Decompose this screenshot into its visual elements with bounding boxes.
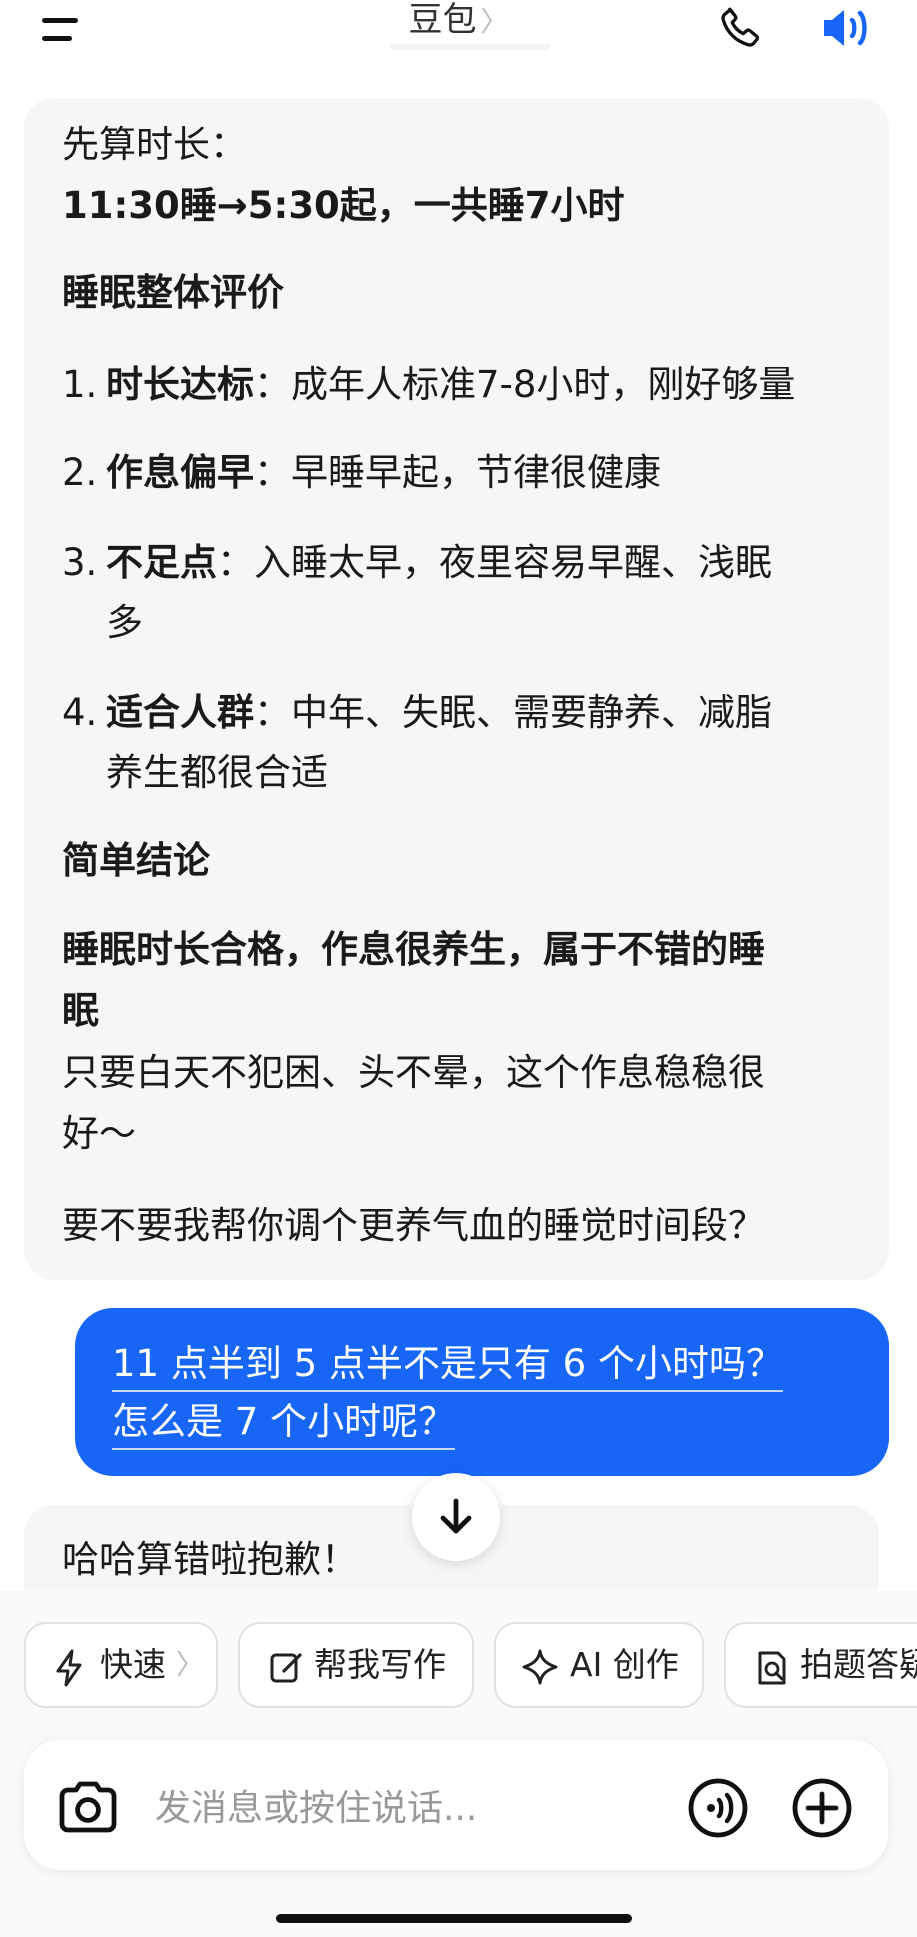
- chip-ai-create[interactable]: AI 创作: [494, 1622, 704, 1708]
- bot-name: 豆包: [408, 0, 477, 40]
- user-message-text: 11 点半到 5 点半不是只有 6 个小时吗？: [112, 1342, 783, 1392]
- message-text: 哈哈算错啦抱歉！: [62, 1538, 358, 1581]
- list-item-continuation: 养生都很合适: [106, 751, 328, 794]
- message-text-bold: 11:30睡→5:30起，一共睡7小时: [62, 184, 625, 227]
- list-item-title: 时长达标: [106, 363, 254, 406]
- section-heading: 睡眠整体评价: [62, 271, 284, 314]
- chat-title[interactable]: 豆包〉: [0, 0, 917, 41]
- message-text: 先算时长：: [62, 123, 247, 166]
- list-item-text: ：中年、失眠、需要静养、减脂: [254, 691, 772, 734]
- speaker-icon[interactable]: [818, 2, 876, 54]
- title-subtitle-placeholder: [390, 44, 550, 50]
- camera-icon[interactable]: [56, 1778, 120, 1836]
- list-item: 4. 适合人群：中年、失眠、需要静养、减脂: [62, 683, 772, 743]
- voice-call-icon[interactable]: [686, 1776, 750, 1840]
- phone-call-icon[interactable]: [716, 2, 766, 52]
- conclusion-text: 只要白天不犯困、头不晕，这个作息稳稳很: [62, 1051, 765, 1094]
- conclusion-text: 好～: [62, 1112, 136, 1155]
- chip-quick[interactable]: 快速 〉: [24, 1622, 218, 1708]
- top-bar: 豆包〉: [0, 0, 917, 80]
- chevron-right-icon: 〉: [480, 5, 509, 38]
- chevron-right-icon: 〉: [176, 1648, 205, 1681]
- chip-label: 帮我写作: [314, 1645, 446, 1684]
- user-message[interactable]: [75, 1308, 889, 1476]
- list-number: 4.: [62, 691, 98, 734]
- lightning-icon: [56, 1649, 82, 1687]
- home-indicator: [276, 1914, 632, 1923]
- conclusion-text-bold: 眠: [62, 989, 99, 1032]
- arrow-down-icon: [440, 1498, 472, 1534]
- scroll-to-bottom-button[interactable]: [412, 1473, 500, 1561]
- edit-icon: [270, 1653, 302, 1683]
- chip-write[interactable]: 帮我写作: [238, 1622, 474, 1708]
- user-message-text: 怎么是 7 个小时呢？: [112, 1400, 456, 1450]
- list-number: 1.: [62, 363, 98, 406]
- chip-label: AI 创作: [570, 1645, 679, 1684]
- list-item: 3. 不足点：入睡太早，夜里容易早醒、浅眠: [62, 533, 772, 593]
- list-item-continuation: 多: [106, 601, 143, 644]
- list-item-text: ：成年人标准7-8小时，刚好够量: [254, 363, 796, 406]
- list-item: 1. 时长达标：成年人标准7-8小时，刚好够量: [62, 355, 795, 415]
- chip-photo-question[interactable]: 拍题答疑: [724, 1622, 917, 1708]
- list-number: 3.: [62, 541, 98, 584]
- list-item-title: 适合人群: [106, 691, 254, 734]
- follow-up-question: 要不要我帮你调个更养气血的睡觉时间段？: [62, 1204, 765, 1247]
- sparkle-icon: [522, 1649, 558, 1685]
- list-number: 2.: [62, 451, 98, 494]
- list-item-title: 作息偏早: [106, 451, 254, 494]
- chip-label: 快速: [100, 1645, 166, 1684]
- conclusion-text-bold: 睡眠时长合格，作息很养生，属于不错的睡: [62, 928, 765, 971]
- message-input[interactable]: [155, 1785, 655, 1831]
- list-item-text: ：早睡早起，节律很健康: [254, 451, 661, 494]
- list-item-title: 不足点: [106, 541, 217, 584]
- scan-doc-icon: [758, 1651, 786, 1685]
- section-heading: 简单结论: [62, 839, 210, 882]
- plus-icon[interactable]: [790, 1776, 854, 1840]
- list-item: 2. 作息偏早：早睡早起，节律很健康: [62, 443, 661, 503]
- chip-label: 拍题答疑: [800, 1645, 917, 1684]
- list-item-text: ：入睡太早，夜里容易早醒、浅眠: [217, 541, 772, 584]
